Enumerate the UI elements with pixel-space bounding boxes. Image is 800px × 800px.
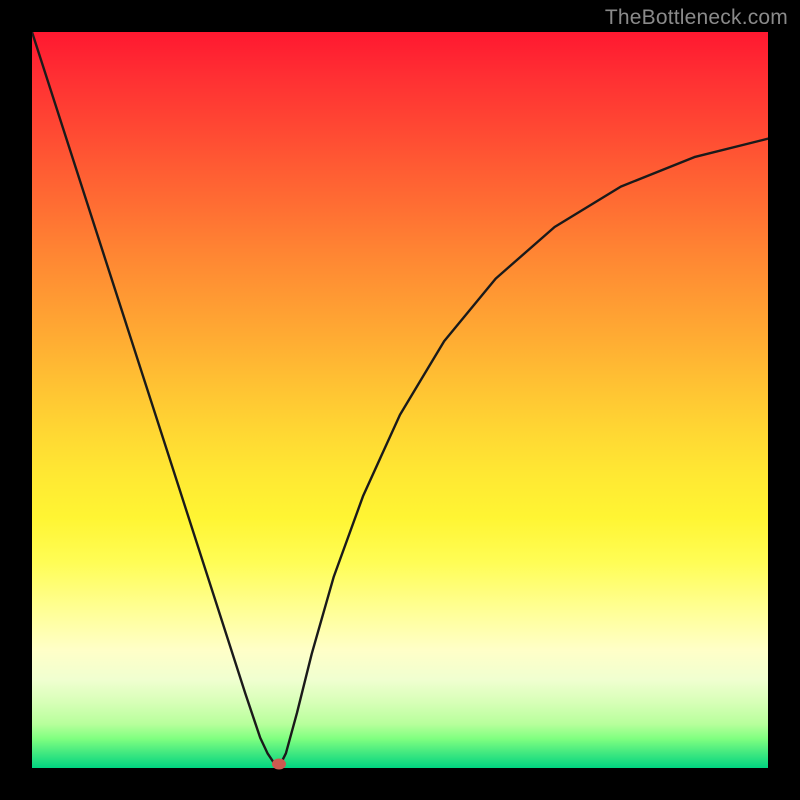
bottleneck-curve [32, 32, 768, 768]
watermark-text: TheBottleneck.com [605, 6, 788, 30]
chart-plot-area [32, 32, 768, 768]
chart-frame: TheBottleneck.com [0, 0, 800, 800]
optimum-marker [272, 759, 286, 770]
